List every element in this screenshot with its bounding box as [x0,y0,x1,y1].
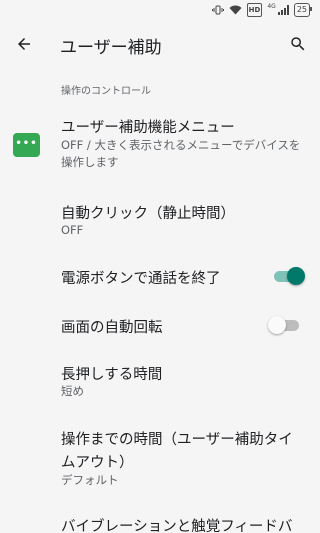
vibrate-icon [211,4,224,16]
item-title: 画面の自動回転 [61,320,163,336]
search-button[interactable] [286,32,310,56]
list-item-auto-click[interactable]: 自動クリック（静止時間） OFF [0,196,320,242]
item-title: 長押しする時間 [61,367,163,383]
app-bar: ユーザー補助 [0,20,320,68]
power-button-call-toggle[interactable] [271,266,305,286]
network-type-label: 4G [267,3,276,10]
battery-icon: 25 [293,3,313,17]
item-title-line1: 操作までの時間（ユーザー補助タイ [61,432,293,448]
list-item-power-button-ends-call[interactable]: 電源ボタンで通話を終了 [0,258,320,298]
toggle-thumb [287,267,305,285]
list-item-accessibility-timeout[interactable]: 操作までの時間（ユーザー補助タイ ムアウト） デフォルト [0,424,320,494]
section-header: 操作のコントロール [61,86,151,97]
wifi-icon [229,4,242,16]
item-subtitle: デフォルト [61,473,119,487]
hd-badge: HD [246,3,263,17]
item-title-line2: ムアウト） [61,455,134,471]
list-item-touch-hold-delay[interactable]: 長押しする時間 短め [0,358,320,404]
list-item-auto-rotate[interactable]: 画面の自動回転 [0,306,320,346]
item-subtitle: OFF [61,223,84,237]
auto-rotate-toggle[interactable] [268,315,302,335]
arrow-back-icon [18,38,30,50]
list-item-vibration-haptics[interactable]: バイブレーションと触覚フィードバ [0,512,320,533]
page-title: ユーザー補助 [60,38,162,58]
item-title: ユーザー補助機能メニュー [61,120,235,136]
item-title: 電源ボタンで通話を終了 [61,271,221,287]
search-icon [291,37,305,51]
item-title: 自動クリック（静止時間） [61,206,235,222]
item-subtitle: OFF / 大きく表示されるメニューでデバイスを操作します [61,138,301,169]
status-bar: HD 4G 25 [0,0,320,20]
toggle-thumb [268,316,286,334]
list-item-accessibility-menu[interactable]: ••• ユーザー補助機能メニュー OFF / 大きく表示されるメニューでデバイス… [0,112,320,178]
back-button[interactable] [12,32,36,56]
menu-dots-icon: ••• [13,133,40,157]
signal-icon [277,4,289,16]
item-subtitle: 短め [61,384,84,398]
item-title: バイブレーションと触覚フィードバ [61,519,293,533]
